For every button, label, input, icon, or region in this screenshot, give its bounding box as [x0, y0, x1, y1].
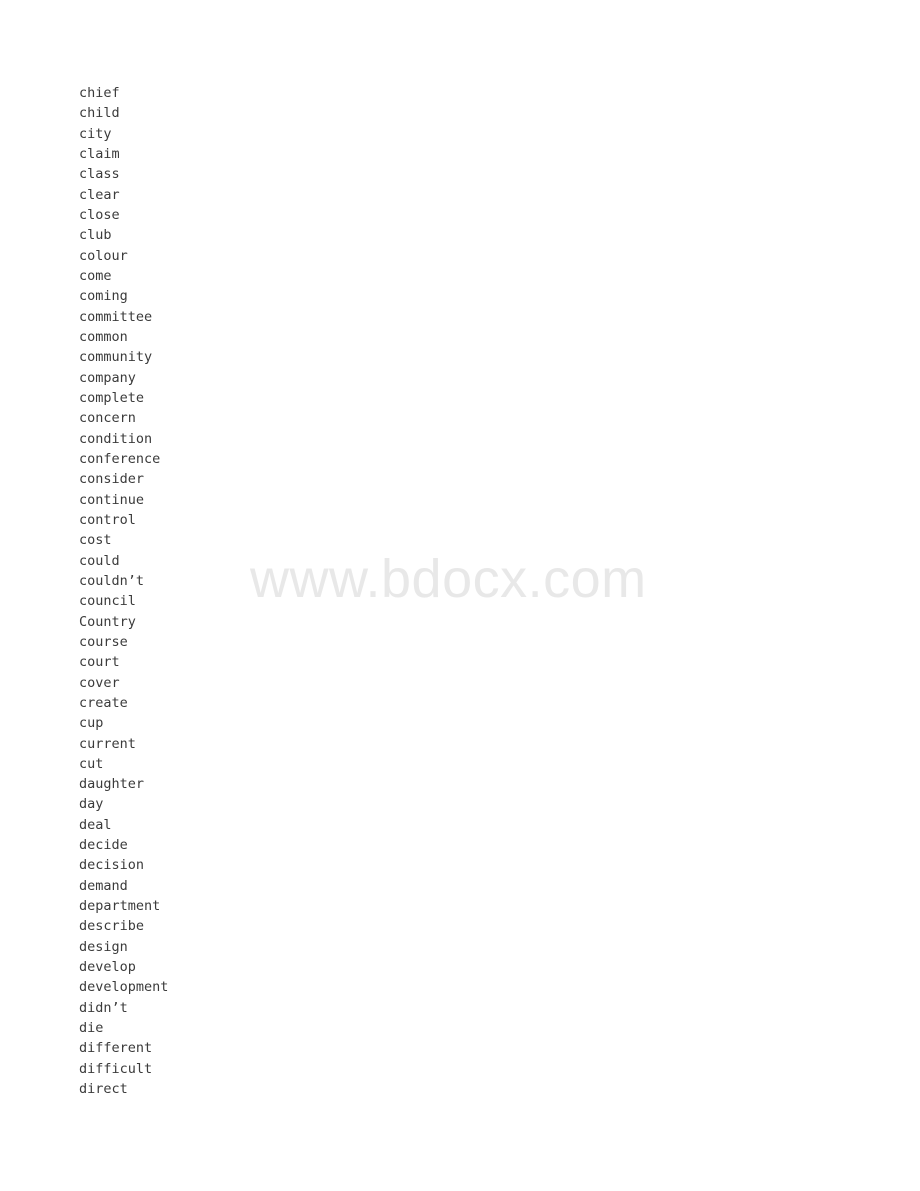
word-list-item: class: [79, 166, 120, 183]
word-list-item: common: [79, 328, 128, 345]
word-list-item: daughter: [79, 776, 145, 793]
word-list-item: consider: [79, 471, 145, 488]
word-list-item: condition: [79, 430, 153, 447]
word-list-item: current: [79, 735, 136, 752]
word-list-item: couldn’t: [79, 572, 145, 589]
word-list-item: club: [79, 227, 112, 244]
word-list-item: department: [79, 898, 161, 915]
word-list-item: chief: [79, 85, 120, 101]
word-list-item: colour: [79, 247, 128, 264]
word-list-item: cut: [79, 755, 104, 772]
word-list: chief child city claim class clear close club co…: [79, 83, 479, 1099]
word-list-item: claim: [79, 145, 120, 162]
word-list-item: control: [79, 511, 136, 528]
word-list-item: course: [79, 633, 128, 650]
word-list-item: cover: [79, 674, 120, 691]
word-list-item: coming: [79, 288, 128, 305]
document-page: www.bdocx.com chief child city claim class cl…: [0, 0, 920, 1191]
word-list-item: develop: [79, 959, 136, 976]
word-list-item: cost: [79, 532, 112, 549]
word-list-item: create: [79, 694, 128, 711]
word-list-item: development: [79, 979, 169, 996]
word-list-item: could: [79, 552, 120, 569]
word-list-item: committee: [79, 308, 153, 325]
word-list-item: court: [79, 654, 120, 671]
word-list-item: continue: [79, 491, 145, 508]
word-list-item: clear: [79, 186, 120, 203]
word-list-item: deal: [79, 816, 112, 833]
word-list-item: complete: [79, 389, 145, 406]
word-list-item: city: [79, 125, 112, 142]
word-list-item: describe: [79, 918, 145, 935]
word-list-item: day: [79, 796, 104, 813]
word-list-item: council: [79, 593, 136, 610]
word-list-item: Country: [79, 613, 136, 630]
word-list-item: direct: [79, 1081, 128, 1098]
word-list-item: design: [79, 938, 128, 955]
word-list-item: child: [79, 105, 120, 122]
word-list-item: company: [79, 369, 136, 386]
word-list-item: close: [79, 206, 120, 223]
word-list-item: demand: [79, 877, 128, 894]
word-list-item: community: [79, 349, 153, 366]
word-list-item: conference: [79, 450, 161, 467]
word-list-item: cup: [79, 715, 104, 732]
word-list-item: different: [79, 1040, 153, 1057]
word-list-item: decision: [79, 857, 145, 874]
word-list-item: die: [79, 1020, 104, 1037]
word-list-item: difficult: [79, 1060, 153, 1077]
word-list-item: didn’t: [79, 999, 128, 1016]
word-list-item: concern: [79, 410, 136, 427]
word-list-item: come: [79, 267, 112, 284]
word-list-item: decide: [79, 837, 128, 854]
